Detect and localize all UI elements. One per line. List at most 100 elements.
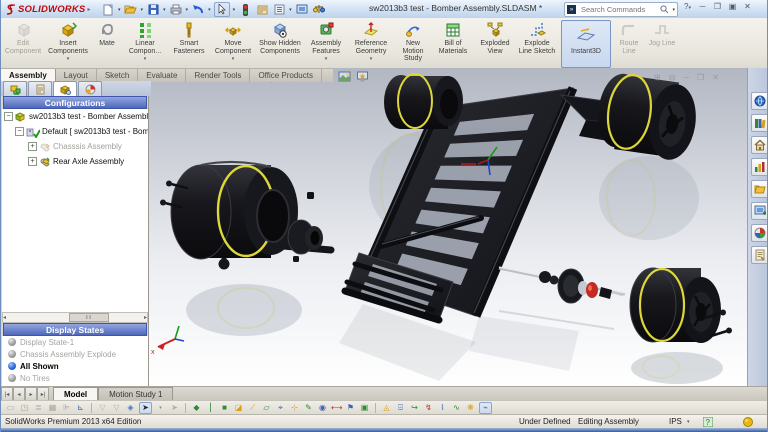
maximize-icon[interactable]: ▣ — [726, 2, 739, 11]
filter-edges-icon[interactable]: ⎮ — [205, 403, 216, 413]
graphics-area[interactable]: x ⊞ ⊟ ─ ❐ ✕ — [149, 68, 747, 386]
lower-right-wheel[interactable] — [629, 267, 721, 343]
ribbon-button-reference-geometry[interactable]: Reference Geometry ▾ — [349, 20, 393, 66]
dropdown-arrow[interactable]: ▾ — [370, 56, 373, 62]
filter-datum-icon[interactable]: ⌹ — [395, 403, 406, 413]
tab-scroll-next[interactable]: ▸ — [25, 387, 37, 401]
ribbon-button-new-motion-study[interactable]: New Motion Study — [395, 20, 431, 66]
ribbon-button-mate[interactable]: Mate — [93, 20, 121, 66]
filter-dimension-icon[interactable]: ⟷ — [331, 403, 342, 413]
displaymanager-icon[interactable] — [78, 81, 102, 96]
filter-toggle-icon[interactable]: ▽ — [97, 403, 108, 413]
ribbon-button-exploded-view[interactable]: Exploded View — [475, 20, 515, 66]
collapse-icon[interactable]: − — [4, 112, 13, 121]
tab-scroll-prev[interactable]: ◂ — [13, 387, 25, 401]
tag-icon[interactable] — [743, 417, 753, 427]
filter-annotation-icon[interactable]: ⚑ — [345, 403, 356, 413]
ribbon-button-linear-component-pattern[interactable]: Linear Compon... ▾ — [123, 20, 167, 66]
filter-surface-icon[interactable]: ◪ — [233, 403, 244, 413]
ribbon-button-explode-line-sketch[interactable]: Explode Line Sketch — [517, 20, 557, 66]
help-icon[interactable]: ?▾ — [681, 2, 694, 11]
dropdown-arrow[interactable]: ▾ — [232, 56, 235, 62]
appearances-scenes-icon[interactable] — [751, 202, 767, 220]
comment-icon[interactable]: ▭ — [5, 403, 16, 413]
search-dropdown-arrow[interactable]: ▾ — [672, 7, 675, 13]
file-explorer-icon[interactable] — [751, 136, 767, 154]
filter-lights-icon[interactable]: ❋ — [465, 403, 476, 413]
doc-close-icon[interactable]: ✕ — [712, 73, 719, 82]
filter-point-icon[interactable]: ∿ — [451, 403, 462, 413]
scrollbar-thumb[interactable]: ⦀⦀ — [69, 313, 109, 322]
clear-filter-icon[interactable]: ▽ — [111, 403, 122, 413]
filter-faces-icon[interactable]: ◈ — [125, 403, 136, 413]
featuremanager-icon[interactable] — [3, 81, 27, 96]
rebuild-icon[interactable] — [238, 3, 252, 16]
filter-thread-icon[interactable]: ⌇ — [437, 403, 448, 413]
tab-scroll-last[interactable]: ▸| — [37, 387, 49, 401]
new-document-icon[interactable] — [101, 3, 115, 16]
propertymanager-icon[interactable] — [28, 81, 52, 96]
tree-row-rear-axle-assembly[interactable]: + Rear Axle Assembly — [2, 154, 148, 169]
doc-minimize-icon[interactable]: ─ — [683, 73, 689, 82]
expand-icon[interactable]: + — [28, 142, 37, 151]
file-properties-icon[interactable] — [255, 3, 269, 16]
configurationmanager-icon[interactable] — [53, 81, 77, 96]
display-state-item[interactable]: No Tires — [2, 372, 148, 384]
ribbon-button-assembly-features[interactable]: Assembly Features ▾ — [305, 20, 347, 66]
top-wheel[interactable] — [384, 73, 463, 129]
wheel-nut[interactable] — [307, 192, 314, 199]
dropdown-arrow[interactable]: ▾ — [325, 56, 328, 62]
collapse-icon[interactable]: − — [15, 127, 24, 136]
tab-office-products[interactable]: Office Products — [250, 69, 322, 82]
ribbon-button-instant3d[interactable]: Instant3D — [561, 20, 611, 68]
tables-icon[interactable]: ▦ — [47, 403, 58, 413]
filter-weld-icon[interactable]: ◬ — [381, 403, 392, 413]
tree-row-chassis-assembly[interactable]: + Chasssis Assembly — [2, 139, 148, 154]
ribbon-button-edit-component[interactable]: Edit Component — [3, 20, 43, 66]
ribbon-button-route-line[interactable]: Route Line — [613, 20, 645, 66]
document-recovery-icon[interactable] — [751, 246, 767, 264]
custom-properties-icon[interactable] — [751, 224, 767, 242]
view-palette-icon[interactable] — [751, 180, 767, 198]
restore-icon[interactable]: ❐ — [711, 2, 724, 11]
filter-vertices-icon[interactable]: ◆ — [191, 403, 202, 413]
tree-row-default-config[interactable]: − Default [ sw2013b3 test - Bom — [2, 124, 148, 139]
dropdown-arrow[interactable]: ▾ — [67, 56, 70, 62]
display-state-item-selected[interactable]: All Shown — [2, 360, 148, 372]
filter-midpoint-icon[interactable]: ◉ — [317, 403, 328, 413]
save-icon[interactable] — [146, 3, 160, 16]
dropdown-arrow[interactable]: ▾ — [144, 56, 147, 62]
tab-motion-study-1[interactable]: Motion Study 1 — [98, 387, 174, 401]
help-badge-icon[interactable]: ? — [703, 417, 713, 427]
select-dropdown-arrow[interactable]: ▾ — [155, 403, 166, 413]
notes-icon[interactable]: ≣ — [33, 403, 44, 413]
filter-connection-icon[interactable]: ↯ — [423, 403, 434, 413]
filter-selected-icon[interactable]: ⌁ — [479, 401, 492, 414]
filter-routing-icon[interactable]: ↪ — [409, 403, 420, 413]
search-results-icon[interactable] — [751, 158, 767, 176]
undo-icon[interactable] — [191, 3, 205, 16]
doc-restore-icon[interactable]: ⊞ — [654, 73, 661, 82]
close-icon[interactable]: ✕ — [741, 2, 754, 11]
menu-flyout-arrow[interactable]: ▸ — [87, 6, 90, 13]
tree-row-root[interactable]: − sw2013b3 test - Bomber Assembly Co — [2, 109, 148, 124]
open-icon[interactable] — [124, 3, 138, 16]
annotations-icon[interactable]: ◳ — [19, 403, 30, 413]
search-icon[interactable] — [660, 5, 669, 14]
select-cursor-icon[interactable]: ➤ — [139, 401, 152, 414]
wheel-nut[interactable] — [293, 256, 299, 262]
display-state-item[interactable]: Chassis Assembly Explode — [2, 348, 148, 360]
lasso-icon[interactable]: ➤ — [169, 403, 180, 413]
ribbon-button-smart-fasteners[interactable]: Smart Fasteners — [169, 20, 209, 66]
print-icon[interactable] — [169, 3, 183, 16]
revision-icon[interactable]: ⊫ — [61, 403, 72, 413]
datum-icon[interactable]: ⊾ — [75, 403, 86, 413]
tab-render-tools[interactable]: Render Tools — [186, 69, 251, 82]
doc-maximize-icon[interactable]: ❐ — [697, 73, 704, 82]
tree-horizontal-scrollbar[interactable]: ◂ ⦀⦀ ▸ — [2, 312, 148, 323]
search-commands-box[interactable]: » ▾ — [564, 2, 678, 17]
filter-origins-icon[interactable]: ⌖ — [275, 403, 286, 413]
units-dropdown-arrow[interactable]: ▾ — [687, 419, 690, 425]
minimize-icon[interactable]: ─ — [696, 2, 709, 11]
doc-shrink-icon[interactable]: ⊟ — [669, 73, 676, 82]
